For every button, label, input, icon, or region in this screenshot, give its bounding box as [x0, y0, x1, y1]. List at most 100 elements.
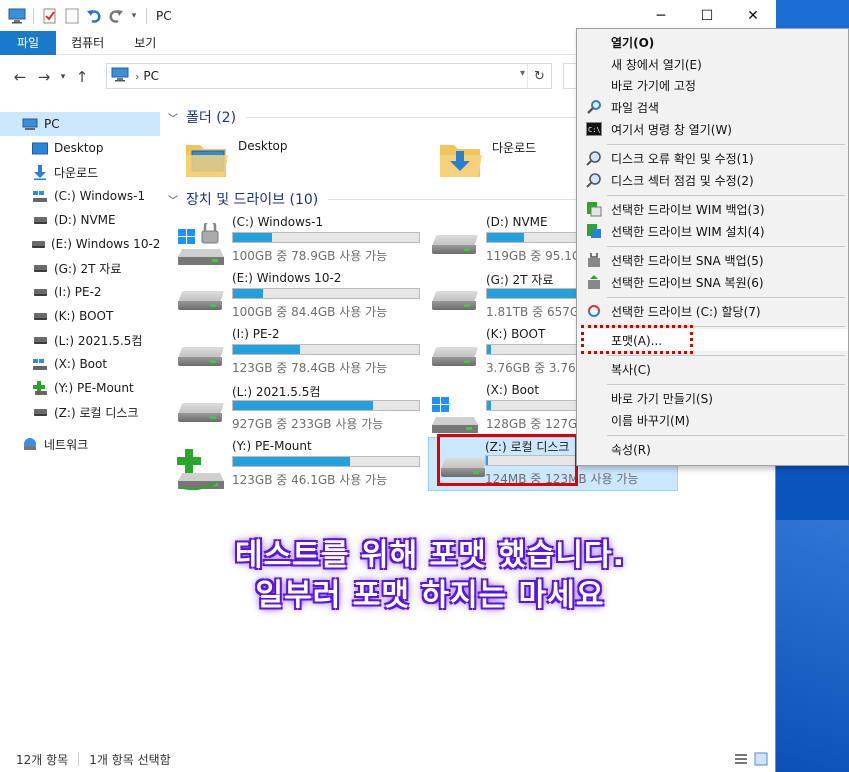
drive-icon	[32, 261, 48, 275]
forward-arrow-icon[interactable]: →	[32, 65, 56, 89]
sidebar-item-drive-g[interactable]: (G:) 2T 자료	[0, 256, 160, 280]
sidebar-item-drive-l[interactable]: (L:) 2021.5.5컴	[0, 328, 160, 352]
download-arrow-icon	[32, 164, 48, 180]
sidebar-item-drive-c[interactable]: (C:) Windows-1	[0, 184, 160, 208]
large-icons-view-icon[interactable]	[754, 752, 768, 766]
back-arrow-icon[interactable]: ←	[8, 65, 32, 89]
wim-install-icon	[585, 222, 603, 240]
collapse-chevron-icon[interactable]: ﹀	[168, 110, 178, 125]
menu-item-open-command-window[interactable]: C:\ 여기서 명령 창 열기(W)	[577, 118, 848, 140]
window-controls: ─ ☐ ✕	[638, 0, 776, 31]
sidebar-item-drive-z[interactable]: (Z:) 로컬 디스크	[0, 400, 160, 424]
tab-view[interactable]: 보기	[119, 31, 171, 55]
usage-bar	[232, 400, 420, 411]
menu-item-assign-drive[interactable]: 선택한 드라이브 (C:) 할당(7)	[577, 300, 848, 322]
pc-icon	[22, 117, 38, 131]
drive-icon	[32, 213, 48, 227]
item-count: 12개 항목	[16, 752, 69, 767]
sidebar-item-desktop[interactable]: Desktop	[0, 136, 160, 160]
maximize-button[interactable]: ☐	[684, 0, 730, 31]
tab-computer[interactable]: 컴퓨터	[56, 31, 119, 55]
caption-line-1: 테스트를 위해 포맷 했습니다.	[235, 538, 625, 573]
menu-item-create-shortcut[interactable]: 바로 가기 만들기(S)	[577, 387, 848, 409]
drive-tile-e[interactable]: (E:) Windows 10-2 100GB 중 84.4GB 사용 가능	[166, 271, 420, 325]
windows-drive-icon	[32, 189, 48, 203]
menu-item-file-search[interactable]: 파일 검색	[577, 96, 848, 118]
folder-desktop[interactable]: Desktop	[184, 137, 434, 193]
sidebar-item-downloads[interactable]: 다운로드	[0, 160, 160, 184]
recent-locations-chevron-icon[interactable]: ▾	[56, 65, 70, 89]
details-view-icon[interactable]	[734, 752, 748, 766]
tab-file[interactable]: 파일	[0, 31, 57, 55]
menu-item-rename[interactable]: 이름 바꾸기(M)	[577, 409, 848, 431]
menu-item-sna-restore[interactable]: 선택한 드라이브 SNA 복원(6)	[577, 271, 848, 293]
context-menu: 열기(O) 새 창에서 열기(E) 바로 가기에 고정 파일 검색 C:\ 여기…	[576, 28, 849, 466]
windows-drive-icon	[176, 219, 226, 267]
drive-icon	[32, 333, 48, 347]
windows-drive-icon	[430, 391, 480, 435]
pc-icon[interactable]	[8, 7, 26, 25]
selection-count: 1개 항목 선택함	[89, 752, 171, 767]
sidebar-item-drive-i[interactable]: (I:) PE-2	[0, 280, 160, 304]
breadcrumb-separator[interactable]: ›	[135, 70, 139, 83]
network-icon	[22, 437, 38, 451]
svg-text:C:\: C:\	[588, 126, 601, 134]
window-title: PC	[156, 8, 172, 23]
menu-item-copy[interactable]: 복사(C)	[577, 358, 848, 380]
menu-item-disk-error-check[interactable]: 디스크 오류 확인 및 수정(1)	[577, 147, 848, 169]
redo-icon[interactable]	[107, 7, 125, 25]
menu-item-disk-sector-check[interactable]: 디스크 섹터 점검 및 수정(2)	[577, 169, 848, 191]
menu-item-wim-install[interactable]: 선택한 드라이브 WIM 설치(4)	[577, 220, 848, 242]
menu-item-pin-quick-access[interactable]: 바로 가기에 고정	[577, 74, 848, 96]
refresh-icon[interactable]: ↻	[527, 64, 551, 88]
drive-icon	[430, 279, 480, 323]
sidebar-item-drive-y[interactable]: (Y:) PE-Mount	[0, 376, 160, 400]
highlight-box-drive-z	[437, 434, 578, 486]
sidebar-item-network[interactable]: 네트워크	[0, 432, 160, 456]
menu-item-sna-backup[interactable]: 선택한 드라이브 SNA 백업(5)	[577, 249, 848, 271]
up-arrow-icon[interactable]: ↑	[70, 65, 94, 89]
address-dropdown-chevron-icon[interactable]: ▾	[520, 68, 525, 79]
usage-bar	[232, 344, 420, 355]
usage-bar	[232, 232, 420, 243]
status-bar: 12개 항목 1개 항목 선택함	[0, 746, 776, 772]
pc-icon	[111, 67, 129, 85]
sna-backup-icon	[585, 251, 603, 269]
disk-check-icon	[585, 149, 603, 167]
sidebar-item-drive-k[interactable]: (K:) BOOT	[0, 304, 160, 328]
sidebar-item-drive-e[interactable]: (E:) Windows 10-2	[0, 232, 160, 256]
address-bar[interactable]: › PC ▾ ↻	[106, 63, 552, 89]
breadcrumb-pc[interactable]: PC	[143, 69, 159, 83]
drive-tile-i[interactable]: (I:) PE-2 123GB 중 78.4GB 사용 가능	[166, 327, 420, 381]
collapse-chevron-icon[interactable]: ﹀	[168, 192, 178, 207]
drive-icon	[32, 309, 48, 323]
menu-item-open[interactable]: 열기(O)	[577, 31, 848, 53]
sidebar-item-drive-d[interactable]: (D:) NVME	[0, 208, 160, 232]
customize-toolbar-chevron-icon[interactable]: ▾	[129, 7, 139, 25]
drive-icon	[176, 335, 226, 379]
drive-icon	[176, 391, 226, 435]
usage-bar	[232, 456, 420, 467]
mount-drive-icon	[32, 381, 48, 395]
sidebar-item-pc[interactable]: PC	[0, 112, 160, 136]
drive-icon	[32, 285, 48, 299]
undo-icon[interactable]	[85, 7, 103, 25]
menu-item-wim-backup[interactable]: 선택한 드라이브 WIM 백업(3)	[577, 198, 848, 220]
menu-item-properties[interactable]: 속성(R)	[577, 438, 848, 460]
usage-bar	[232, 288, 420, 299]
drive-tile-y[interactable]: (Y:) PE-Mount 123GB 중 46.1GB 사용 가능	[166, 439, 420, 493]
drive-tile-c[interactable]: (C:) Windows-1 100GB 중 78.9GB 사용 가능	[166, 215, 420, 269]
menu-item-open-new-window[interactable]: 새 창에서 열기(E)	[577, 53, 848, 75]
desktop-folder-icon	[184, 137, 230, 193]
properties-icon[interactable]	[41, 7, 59, 25]
drive-tile-l[interactable]: (L:) 2021.5.5컴 927GB 중 233GB 사용 가능	[166, 383, 420, 437]
title-bar: ▾ PC ─ ☐ ✕	[0, 0, 776, 31]
highlight-box-format	[581, 325, 693, 354]
new-folder-icon[interactable]	[63, 7, 81, 25]
sidebar-item-drive-x[interactable]: (X:) Boot	[0, 352, 160, 376]
close-button[interactable]: ✕	[730, 0, 776, 31]
minimize-button[interactable]: ─	[638, 0, 684, 31]
sna-restore-icon	[585, 273, 603, 291]
cmd-icon: C:\	[585, 120, 603, 138]
annotation-caption: 테스트를 위해 포맷 했습니다. 일부러 포맷 하지는 마세요	[180, 536, 680, 616]
